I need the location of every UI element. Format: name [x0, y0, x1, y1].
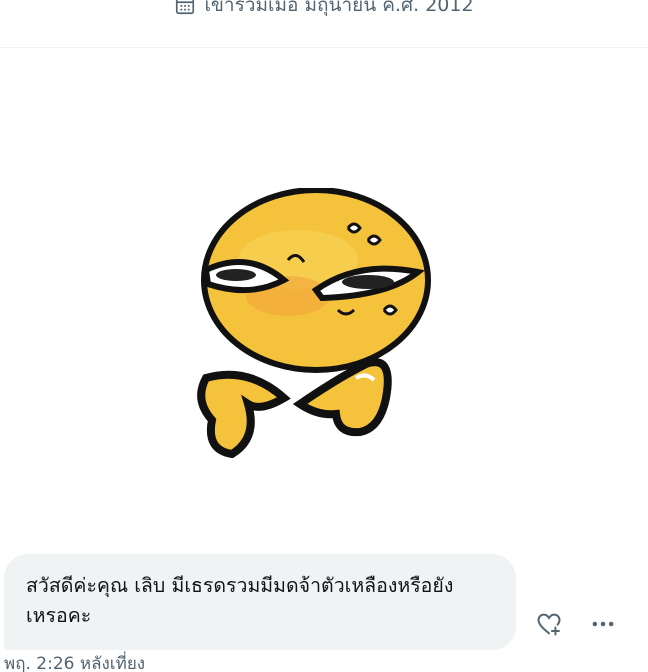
react-button[interactable] [533, 608, 565, 640]
joined-date-row: เข้าร่วมเมื่อ มิถุนายน ค.ศ. 2012 [0, 0, 648, 20]
joined-date-text: เข้าร่วมเมื่อ มิถุนายน ค.ศ. 2012 [204, 0, 474, 16]
more-options-button[interactable] [587, 608, 619, 640]
dm-conversation: เข้าร่วมเมื่อ มิถุนายน ค.ศ. 2012 สวัสดีค… [0, 0, 648, 672]
message-text-line-2: เหรอคะ [26, 604, 92, 627]
header-divider [0, 47, 648, 48]
yellow-blob-emoji-sticker[interactable] [188, 188, 448, 468]
message-bubble[interactable]: สวัสดีค่ะคุณ เลิบ มีเธรดรวมมีมดจ้าตัวเหล… [4, 554, 516, 650]
heart-plus-icon [537, 613, 561, 636]
more-horizontal-icon [592, 621, 614, 627]
message-text-line-1: สวัสดีค่ะคุณ เลิบ มีเธรดรวมมีมดจ้าตัวเหล… [26, 574, 454, 597]
calendar-icon [176, 0, 195, 15]
message-timestamp: พฤ. 2:26 หลังเที่ยง [4, 654, 146, 672]
